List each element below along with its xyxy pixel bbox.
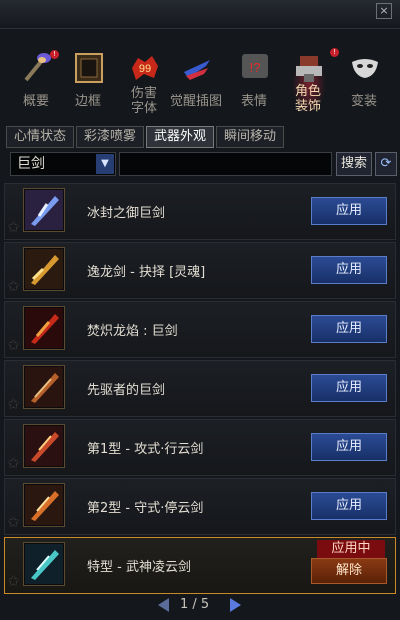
awaken-art-icon: [184, 60, 210, 80]
category-frame[interactable]: 边框: [64, 48, 112, 118]
search-input[interactable]: [119, 152, 332, 176]
weapon-thumbnail: [23, 365, 65, 409]
list-item: ✩ 第2型 - 守式·停云剑 应用: [4, 478, 396, 535]
apply-button[interactable]: 应用: [311, 492, 387, 520]
category-menu: ! 概要 边框 99 伤害 字体 觉醒插图 !? 表情 ! 角色 装饰 变装: [0, 48, 400, 120]
category-label: 伤害 字体: [130, 86, 157, 116]
list-item: ✩ 焚炽龙焰 : 巨剑 应用: [4, 301, 396, 358]
tab-mood-status[interactable]: 心情状态: [6, 126, 74, 148]
search-button[interactable]: 搜索: [336, 152, 372, 176]
apply-button[interactable]: 应用: [311, 315, 387, 343]
weapon-thumbnail: [23, 424, 65, 468]
refresh-icon[interactable]: ⟳: [375, 152, 397, 176]
decoration-alert-badge: !: [330, 48, 339, 57]
apply-button[interactable]: 应用: [311, 256, 387, 284]
favorite-star-icon[interactable]: ✩: [7, 454, 20, 472]
apply-button[interactable]: 应用: [311, 374, 387, 402]
pagination: 1 / 5: [0, 596, 400, 618]
apply-button[interactable]: 应用: [311, 197, 387, 225]
chevron-down-icon[interactable]: ▼: [96, 154, 114, 174]
filter-bar: 巨剑 ▼ 搜索 ⟳: [10, 152, 397, 176]
favorite-star-icon[interactable]: ✩: [7, 336, 20, 354]
item-name: 逸龙剑 - 抉择 [灵魂]: [87, 265, 206, 280]
item-name: 特型 - 武神凌云剑: [87, 560, 191, 575]
list-item: ✩ 逸龙剑 - 抉择 [灵魂] 应用: [4, 242, 396, 299]
item-name: 第1型 - 攻式·行云剑: [87, 442, 204, 457]
type1-sword-icon: [25, 426, 63, 466]
favorite-star-icon[interactable]: ✩: [7, 277, 20, 295]
remove-button[interactable]: 解除: [311, 558, 387, 584]
martial-god-sword-icon: [25, 544, 63, 584]
overview-alert-badge: !: [50, 50, 59, 59]
close-button[interactable]: ×: [376, 3, 392, 19]
weapon-thumbnail: [23, 306, 65, 350]
favorite-star-icon[interactable]: ✩: [7, 513, 20, 531]
category-label: 表情: [240, 94, 267, 109]
list-item-selected: ✩ 特型 - 武神凌云剑 应用中 解除: [4, 537, 396, 594]
category-emote[interactable]: !? 表情: [230, 48, 278, 118]
emote-icon: !?: [242, 54, 268, 78]
weapon-type-select[interactable]: 巨剑 ▼: [10, 152, 116, 176]
wand-icon: [24, 53, 51, 82]
weapon-thumbnail: [23, 247, 65, 291]
in-use-badge: 应用中: [317, 540, 385, 558]
favorite-star-icon[interactable]: ✩: [7, 218, 20, 236]
damage-number-icon: 99: [132, 56, 158, 80]
category-label: 角色 装饰: [294, 84, 321, 114]
window-title-bar: ×: [0, 0, 400, 29]
next-page-icon[interactable]: [230, 598, 241, 612]
ice-greatsword-icon: [25, 190, 63, 230]
list-item: ✩ 第1型 - 攻式·行云剑 应用: [4, 419, 396, 476]
list-item: ✩ 冰封之御巨剑 应用: [4, 183, 396, 240]
category-label: 边框: [74, 94, 101, 109]
tab-weapon-appearance[interactable]: 武器外观: [146, 126, 214, 148]
costume-icon: [296, 56, 322, 82]
category-overview[interactable]: ! 概要: [12, 48, 60, 118]
item-name: 焚炽龙焰 : 巨剑: [87, 324, 178, 339]
category-label: 变装: [350, 94, 377, 109]
type2-sword-icon: [25, 485, 63, 525]
svg-text:!?: !?: [250, 60, 261, 75]
list-item: ✩ 先驱者的巨剑 应用: [4, 360, 396, 417]
category-costume-change[interactable]: 变装: [340, 48, 388, 118]
page-indicator: 1 / 5: [180, 597, 210, 612]
weapon-type-value: 巨剑: [17, 156, 45, 172]
weapon-thumbnail: [23, 188, 65, 232]
favorite-star-icon[interactable]: ✩: [7, 395, 20, 413]
mask-icon: [352, 59, 378, 78]
tab-teleport[interactable]: 瞬间移动: [216, 126, 284, 148]
item-name: 第2型 - 守式·停云剑: [87, 501, 204, 516]
apply-button[interactable]: 应用: [311, 433, 387, 461]
previous-page-icon[interactable]: [158, 598, 169, 612]
category-label: 概要: [22, 94, 49, 109]
tab-paint-spray[interactable]: 彩漆喷雾: [76, 126, 144, 148]
category-damage-font[interactable]: 99 伤害 字体: [120, 48, 168, 118]
svg-text:99: 99: [139, 63, 151, 75]
pioneer-greatsword-icon: [25, 367, 63, 407]
flame-dragon-sword-icon: [25, 308, 63, 348]
frame-icon: [75, 53, 103, 83]
weapon-thumbnail: [23, 542, 65, 586]
dragon-sword-icon: [25, 249, 63, 289]
category-awaken-art[interactable]: 觉醒插图: [170, 48, 222, 118]
item-name: 冰封之御巨剑: [87, 206, 166, 221]
item-name: 先驱者的巨剑: [87, 383, 166, 398]
favorite-star-icon[interactable]: ✩: [7, 572, 20, 590]
category-character-decoration[interactable]: ! 角色 装饰: [284, 48, 339, 118]
category-label: 觉醒插图: [169, 94, 222, 109]
weapon-thumbnail: [23, 483, 65, 527]
